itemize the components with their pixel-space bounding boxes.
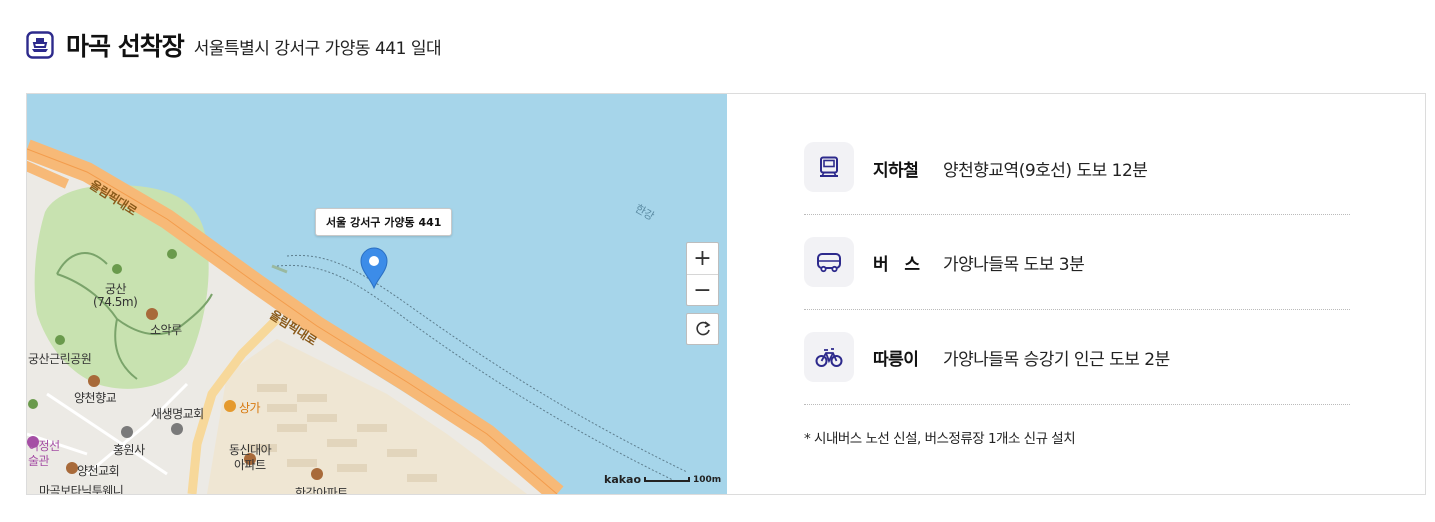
map-label-temple: 홍원사 bbox=[113, 443, 145, 457]
map-label-elevation: (74.5m) bbox=[93, 295, 138, 309]
transport-row-subway: 지하철 양천향교역(9호선) 도보 12분 bbox=[804, 140, 1350, 215]
transport-info: 지하철 양천향교역(9호선) 도보 12분 버 스 가양나들목 도보 3분 따릉… bbox=[804, 140, 1350, 405]
bike-icon-badge bbox=[804, 332, 854, 382]
transport-row-bus: 버 스 가양나들목 도보 3분 bbox=[804, 215, 1350, 310]
map-label-museum-b: 술관 bbox=[28, 454, 50, 468]
map-label-hangang-apt: 한강아파트 bbox=[295, 486, 348, 494]
map-label-botanic: 마곡보타닉투웨니 bbox=[39, 484, 124, 494]
map-scale-label: 100m bbox=[693, 475, 722, 485]
transport-text-subway: 양천향교역(9호선) 도보 12분 bbox=[943, 161, 1148, 181]
map-view[interactable]: 올림픽대로 올림픽대로 한강 궁산 (74.5m) 소악루 궁산근린공원 양천향… bbox=[27, 94, 727, 494]
location-pin-icon[interactable] bbox=[358, 244, 390, 290]
bike-icon bbox=[815, 348, 843, 367]
map-label-school: 양천향교 bbox=[74, 391, 117, 405]
ferry-icon bbox=[26, 31, 54, 59]
map-label-market: 상가 bbox=[239, 401, 261, 415]
page-address: 서울특별시 강서구 가양동 441 일대 bbox=[193, 39, 442, 59]
transport-label-bus: 버 스 bbox=[873, 254, 920, 275]
map-scalebar bbox=[644, 477, 690, 482]
bus-icon bbox=[817, 253, 841, 273]
transport-note: * 시내버스 노선 신설, 버스정류장 1개소 신규 설치 bbox=[804, 431, 1076, 447]
map-label-soak: 소악루 bbox=[150, 323, 182, 337]
map-label-apt-b: 아파트 bbox=[234, 458, 266, 472]
bus-icon-badge bbox=[804, 237, 854, 287]
zoom-control: + − bbox=[686, 242, 719, 306]
map-base bbox=[27, 139, 688, 494]
transport-label-bike: 따릉이 bbox=[873, 349, 919, 370]
map-label-church1: 새생명교회 bbox=[151, 407, 204, 421]
transport-row-bike: 따릉이 가양나들목 승강기 인근 도보 2분 bbox=[804, 310, 1350, 405]
zoom-in-button[interactable]: + bbox=[687, 243, 718, 274]
map-attribution[interactable]: kakao bbox=[604, 473, 641, 486]
map-tooltip: 서울 강서구 가양동 441 bbox=[315, 208, 453, 236]
page-header: 마곡 선착장 서울특별시 강서구 가양동 441 일대 bbox=[26, 28, 442, 62]
location-panel: 올림픽대로 올림픽대로 한강 궁산 (74.5m) 소악루 궁산근린공원 양천향… bbox=[26, 93, 1426, 495]
transport-text-bike: 가양나들목 승강기 인근 도보 2분 bbox=[943, 349, 1170, 370]
subway-icon-badge bbox=[804, 142, 854, 192]
refresh-icon bbox=[695, 321, 711, 336]
page-title: 마곡 선착장 bbox=[66, 32, 185, 61]
transport-text-bus: 가양나들목 도보 3분 bbox=[943, 254, 1085, 275]
map-label-church2: 양천교회 bbox=[77, 464, 120, 478]
transport-label-subway: 지하철 bbox=[873, 161, 919, 181]
subway-icon bbox=[820, 156, 838, 177]
zoom-out-button[interactable]: − bbox=[687, 274, 718, 305]
reset-map-button[interactable] bbox=[686, 313, 719, 345]
map-label-park: 궁산근린공원 bbox=[28, 352, 92, 366]
